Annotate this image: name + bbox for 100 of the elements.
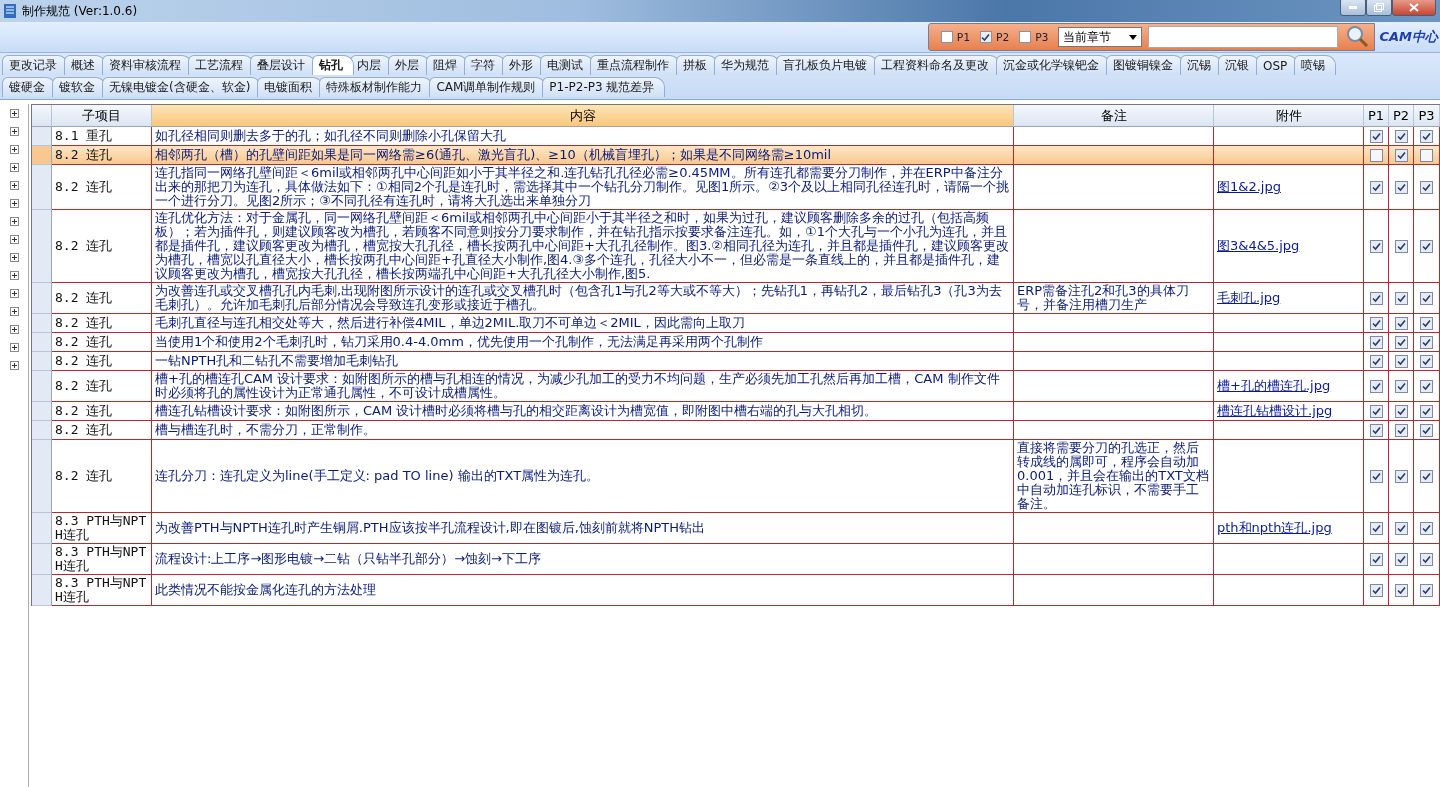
level-checkbox[interactable] (1420, 552, 1433, 566)
level-checkbox[interactable] (1394, 129, 1408, 143)
level-checkbox[interactable] (1420, 469, 1433, 483)
table-cell: 为改善PTH与NPTH连孔时产生铜屑.PTH应该按半孔流程设计,即在图镀后,蚀刻前就将NPTH钻出 (152, 513, 1014, 544)
column-header[interactable]: 内容 (152, 105, 1014, 127)
tab[interactable]: 喷锡 (1294, 55, 1337, 75)
level-checkbox[interactable] (1369, 552, 1383, 566)
level-checkbox[interactable] (1420, 316, 1433, 330)
level-checkbox[interactable] (1394, 469, 1408, 483)
expand-icon[interactable] (9, 253, 19, 262)
level-checkbox[interactable] (1394, 335, 1408, 349)
option-label: P1 (956, 30, 970, 44)
expand-icon[interactable] (9, 199, 19, 208)
level-checkbox[interactable] (1394, 354, 1408, 368)
expand-icon[interactable] (9, 145, 19, 154)
level-checkbox[interactable] (1420, 354, 1433, 368)
level-checkbox[interactable] (1420, 583, 1433, 597)
level-checkbox[interactable] (1420, 521, 1433, 535)
table-cell: 8.2 连孔 (52, 421, 152, 440)
table-cell: 8.1 重孔 (52, 127, 152, 146)
logo: CAM中心 (1378, 28, 1440, 46)
expand-icon[interactable] (9, 163, 19, 172)
expand-icon[interactable] (9, 217, 19, 226)
level-checkbox[interactable] (1369, 583, 1383, 597)
column-header[interactable]: P2 (1389, 105, 1414, 127)
expand-icon[interactable] (9, 271, 19, 280)
tab[interactable]: P1-P2-P3 规范差异 (542, 77, 666, 97)
level-checkbox[interactable] (1420, 291, 1433, 305)
table-cell: 8.2 连孔 (52, 283, 152, 314)
attachment-link[interactable]: 槽连孔钻槽设计.jpg (1217, 404, 1333, 418)
expand-icon[interactable] (9, 307, 19, 316)
attachment-link[interactable]: 槽+孔的槽连孔.jpg (1217, 379, 1331, 393)
level-checkbox[interactable] (1420, 423, 1433, 437)
level-checkbox[interactable] (1394, 291, 1408, 305)
level-checkbox[interactable] (1394, 379, 1408, 393)
level-checkbox[interactable] (1394, 316, 1408, 330)
column-header[interactable]: 附件 (1214, 105, 1364, 127)
restore-button[interactable] (1366, 0, 1392, 16)
close-button[interactable] (1392, 0, 1436, 16)
expand-icon[interactable] (9, 289, 19, 298)
level-checkbox[interactable] (1369, 354, 1383, 368)
level-checkbox[interactable] (1369, 148, 1383, 162)
level-checkbox[interactable] (1394, 180, 1408, 194)
checkbox[interactable] (979, 31, 992, 43)
level-checkbox[interactable] (1369, 239, 1383, 253)
level-checkbox[interactable] (1369, 521, 1383, 535)
column-header[interactable]: P1 (1364, 105, 1389, 127)
level-checkbox[interactable] (1369, 423, 1383, 437)
attachment-link[interactable]: 图1&2.jpg (1217, 180, 1281, 194)
level-checkbox[interactable] (1394, 583, 1408, 597)
expand-icon[interactable] (9, 235, 19, 244)
level-checkbox[interactable] (1369, 469, 1383, 483)
tab[interactable]: 钻孔 (312, 55, 354, 75)
column-header[interactable]: P3 (1414, 105, 1440, 127)
level-checkbox[interactable] (1420, 335, 1433, 349)
level-checkbox[interactable] (1394, 521, 1408, 535)
chapter-dropdown[interactable]: 当前章节 (1058, 27, 1143, 47)
expand-icon[interactable] (9, 127, 19, 136)
checkbox[interactable] (1019, 31, 1032, 43)
expand-icon[interactable] (9, 361, 19, 370)
expand-icon[interactable] (9, 343, 19, 352)
attachment-link[interactable]: pth和npth连孔.jpg (1217, 521, 1332, 535)
attachment-link[interactable]: 毛刺孔.jpg (1217, 291, 1281, 305)
minimize-icon (1349, 5, 1357, 9)
expand-icon[interactable] (9, 181, 19, 190)
table-cell: ERP需备注孔2和孔3的具体刀号，并备注用槽刀生产 (1014, 283, 1214, 314)
level-checkbox[interactable] (1394, 552, 1408, 566)
level-checkbox[interactable] (1394, 423, 1408, 437)
level-checkbox[interactable] (1420, 180, 1433, 194)
level-checkbox[interactable] (1369, 129, 1383, 143)
minimize-button[interactable] (1340, 0, 1366, 16)
expand-icon[interactable] (9, 109, 19, 118)
table-cell: 8.2 连孔 (52, 440, 152, 513)
level-checkbox[interactable] (1369, 379, 1383, 393)
level-checkbox[interactable] (1420, 404, 1433, 418)
expand-icon[interactable] (9, 325, 19, 334)
level-checkbox[interactable] (1369, 335, 1383, 349)
level-checkbox[interactable] (1369, 180, 1383, 194)
restore-icon (1374, 2, 1384, 12)
column-header[interactable]: 备注 (1014, 105, 1214, 127)
option-label: P3 (1035, 30, 1049, 44)
table-cell: 连孔优化方法：对于金属孔，同一网络孔壁间距＜6mil或相邻两孔中心间距小于其半径之和时，如果为过孔，建议顾客删除多余的过孔（包括高频板）；若为插件孔，则建议顾客改为槽孔，若顾客不同意则按分刀要求制作，并在钻孔指示按要求备注连孔。如，①1个大孔与一个小孔为连孔，并且都是插件孔，建议顾客更改为槽孔，槽宽按大孔孔径，槽长按两孔中心间距+大孔孔径制作。图3.②相同孔径为连孔，并且都是插件孔，建议顾客更改为槽孔，槽宽以孔直径大小，槽长按两孔中心间距+孔直径大小制作,图4.③多个连孔，孔径大小不一，但必需是一条直线上的，并且都是插件孔，建议顾客更改为槽孔，槽宽按大孔孔径，槽长按两端孔中心间距+大孔孔径大小制作,图5. (152, 210, 1014, 283)
checkbox[interactable] (940, 31, 953, 43)
level-checkbox[interactable] (1369, 316, 1383, 330)
level-checkbox[interactable] (1420, 379, 1433, 393)
level-checkbox[interactable] (1420, 148, 1433, 162)
level-checkbox[interactable] (1420, 239, 1433, 253)
attachment-link[interactable]: 图3&4&5.jpg (1217, 239, 1300, 253)
level-checkbox[interactable] (1394, 148, 1408, 162)
level-checkbox[interactable] (1369, 404, 1383, 418)
level-checkbox[interactable] (1420, 129, 1433, 143)
search-icon[interactable] (1344, 24, 1371, 50)
table-cell: 连孔分刀：连孔定义为line(手工定义: pad TO line) 输出的TXT属性为连孔。 (152, 440, 1014, 513)
level-checkbox[interactable] (1369, 291, 1383, 305)
table-cell: 8.3 PTH与NPTH连孔 (52, 513, 152, 544)
level-checkbox[interactable] (1394, 239, 1408, 253)
column-header[interactable]: 子项目 (52, 105, 152, 127)
level-checkbox[interactable] (1394, 404, 1408, 418)
table-cell: 连孔指同一网络孔壁间距＜6mil或相邻两孔中心间距如小于其半径之和.连孔钻孔孔径必需≥0.45MM。所有连孔都需要分刀制作，并在ERP中备注分出来的那把刀为连孔，具体做法如下：①相同2个孔是连孔时，需选择其中一个钻孔分刀制作。见图1所示。②3个及以上相同孔径连孔时，请隔一个挑一个进行分刀。见图2所示；③不同孔径有连孔时，请将大孔选出来单独分刀 (152, 165, 1014, 210)
search-field[interactable] (1148, 26, 1339, 48)
